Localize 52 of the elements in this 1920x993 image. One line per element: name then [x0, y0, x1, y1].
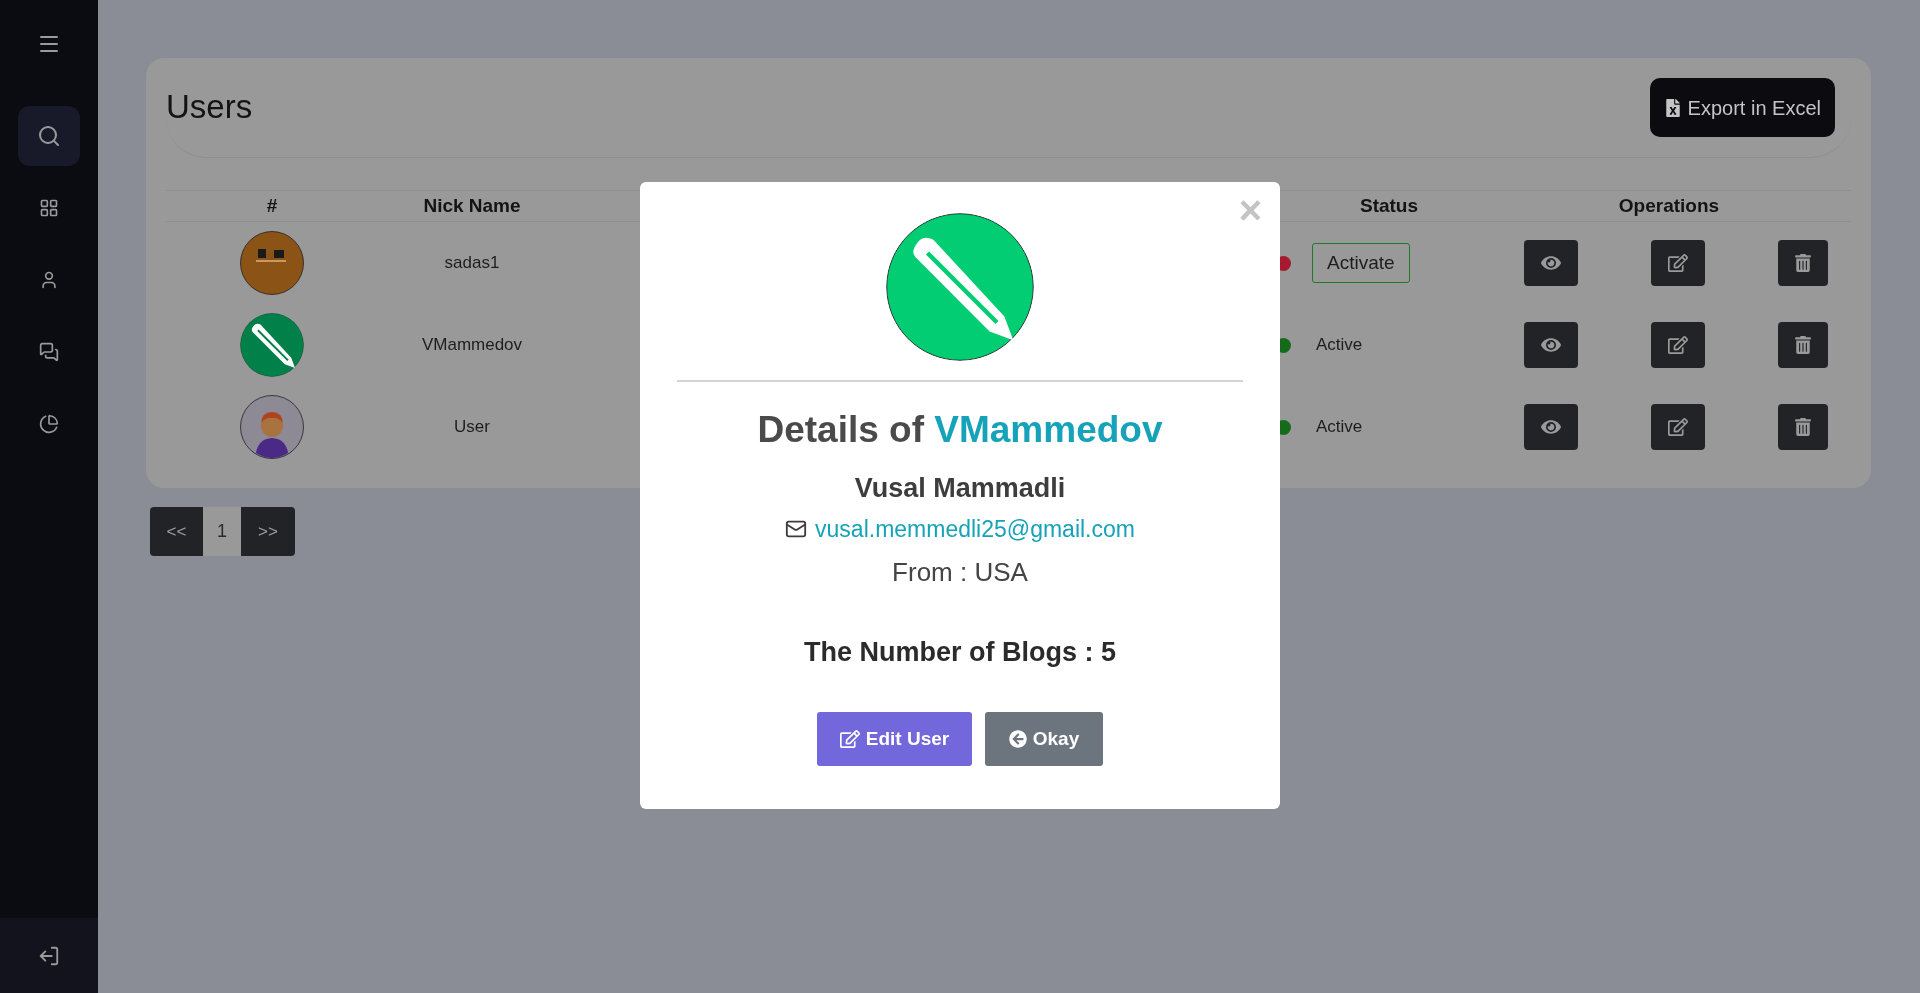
column-header: Nick Name [423, 193, 521, 218]
user-icon [39, 270, 59, 290]
edit-icon [839, 729, 860, 749]
column-header: Status [1359, 193, 1419, 218]
eye-icon [1541, 335, 1561, 355]
nick-name: sadas1 [444, 252, 500, 275]
pencil-avatar [240, 313, 304, 377]
trash-icon [1794, 254, 1812, 272]
previous-page-button[interactable]: << [150, 507, 203, 556]
view-button[interactable] [1524, 404, 1578, 450]
next-page-button[interactable]: >> [241, 507, 295, 556]
activate-button[interactable]: Activate [1312, 243, 1410, 283]
delete-button[interactable] [1778, 240, 1828, 286]
pie-chart-icon [39, 414, 59, 434]
nick-name: VMammedov [421, 334, 523, 357]
grid-icon [39, 198, 59, 218]
page-title: Users [166, 87, 253, 127]
back-arrow-icon [1008, 730, 1027, 748]
full-name: Vusal Mammadli [854, 471, 1066, 505]
trash-icon [1794, 336, 1812, 354]
blog-count: The Number of Blogs : 5 [804, 635, 1116, 669]
column-header: # [266, 193, 278, 218]
edit-button[interactable] [1651, 404, 1705, 450]
logout-icon [38, 944, 60, 967]
eye-icon [1541, 253, 1561, 273]
edit-button[interactable] [1651, 240, 1705, 286]
edit-icon [1668, 417, 1688, 437]
excel-file-icon [1663, 98, 1682, 117]
okay-button[interactable]: Okay [985, 712, 1103, 766]
column-header: Operations [1618, 193, 1720, 218]
edit-icon [1668, 253, 1688, 273]
edit-icon [1668, 335, 1688, 355]
eye-icon [1541, 417, 1561, 437]
email-link[interactable]: vusal.memmedli25@gmail.com [815, 512, 1135, 547]
status-label: Active [1316, 334, 1363, 357]
nick-name: User [454, 416, 490, 439]
edit-button[interactable] [1651, 322, 1705, 368]
export-button[interactable]: Export in Excel [1649, 78, 1835, 137]
page-button[interactable]: 1 [203, 507, 241, 556]
country: From : USA [892, 555, 1028, 589]
trash-icon [1794, 418, 1812, 436]
sidebar-item[interactable] [18, 106, 80, 166]
status-label: Active [1316, 416, 1363, 439]
delete-button[interactable] [1778, 404, 1828, 450]
details-title: Details of VMammedov [757, 408, 1163, 452]
delete-button[interactable] [1778, 322, 1828, 368]
edit-user-button[interactable]: Edit User [817, 712, 972, 766]
view-button[interactable] [1524, 322, 1578, 368]
chat-icon [39, 342, 59, 362]
person-avatar [240, 395, 304, 459]
search-icon [37, 124, 61, 148]
view-button[interactable] [1524, 240, 1578, 286]
